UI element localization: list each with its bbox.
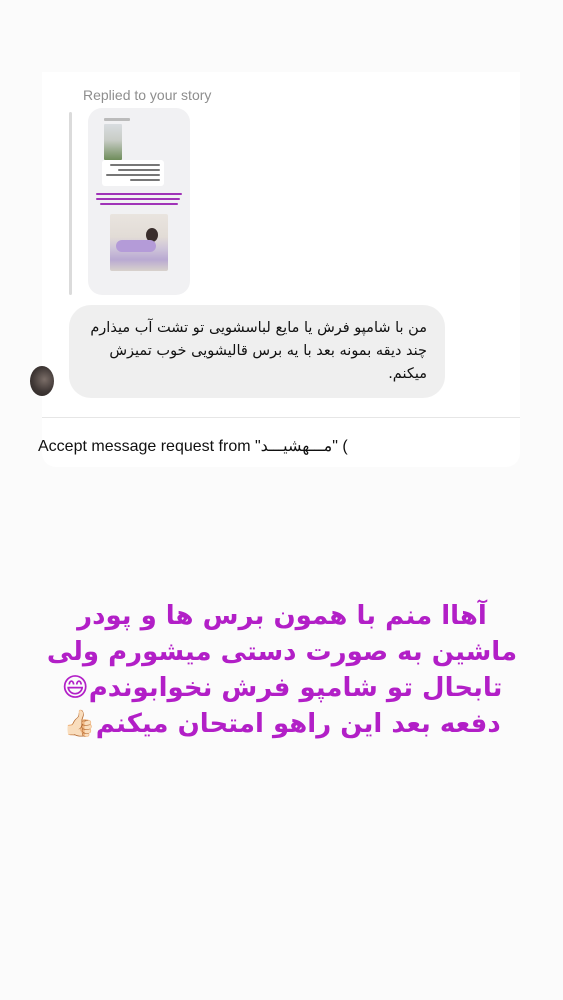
message-text: من با شامپو فرش یا مایع لباسشویی تو تشت …	[90, 320, 427, 382]
divider	[42, 417, 520, 418]
avatar[interactable]	[30, 366, 54, 396]
story-thumb-caption	[104, 118, 130, 121]
accept-request-label: Accept message request from "مـــهشیـــد…	[38, 438, 348, 455]
replied-to-story-label: Replied to your story	[83, 87, 212, 103]
message-bubble[interactable]: من با شامپو فرش یا مایع لباسشویی تو تشت …	[69, 305, 445, 398]
story-thumb-photo	[110, 214, 168, 271]
reply-indicator-bar	[69, 112, 72, 295]
story-thumb-text-bubble	[102, 160, 164, 186]
story-thumbnail[interactable]	[88, 108, 190, 295]
story-thumb-mini-photo	[104, 124, 122, 160]
story-overlay-text: آهاا منم با همون برس ها و پودر ماشین به …	[46, 601, 518, 739]
